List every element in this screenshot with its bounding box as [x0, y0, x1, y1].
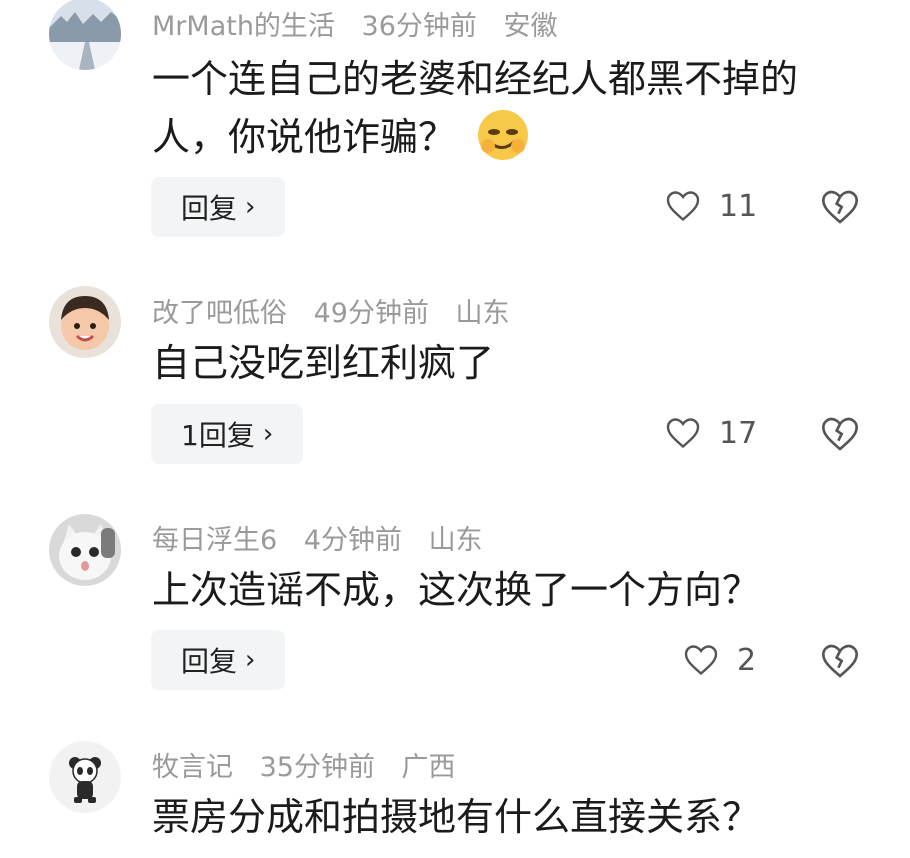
avatar[interactable]: [49, 741, 121, 813]
reply-label: 回复: [181, 192, 238, 225]
reply-button[interactable]: 回复 ›: [151, 177, 286, 237]
cat-avatar: [49, 514, 121, 586]
dislike-button[interactable]: [820, 414, 860, 454]
location: 山东: [428, 525, 483, 556]
heart-outline-icon: [666, 418, 700, 449]
smirk-emoji-icon: [478, 110, 529, 160]
like-count: 2: [737, 642, 757, 678]
reply-label: 1回复: [181, 419, 255, 452]
comment-body: 上次造谣不成，这次换了一个方向？: [152, 568, 761, 612]
broken-heart-icon: [821, 190, 859, 224]
chevron-right-icon: ›: [262, 419, 274, 449]
comment-body: 一个连自己的老婆和经纪人都黑不掉的人，你说他诈骗？: [152, 57, 799, 159]
broken-heart-icon: [821, 644, 859, 678]
reply-label: 回复: [181, 645, 238, 678]
like-count: 11: [719, 188, 758, 224]
panda-avatar: [49, 741, 121, 813]
like-button[interactable]: 11: [665, 188, 757, 224]
dislike-button[interactable]: [820, 187, 860, 227]
heart-outline-icon: [684, 645, 718, 676]
comment-body: 自己没吃到红利疯了: [152, 341, 495, 385]
comment-text: 一个连自己的老婆和经纪人都黑不掉的人，你说他诈骗？: [152, 50, 872, 166]
broken-heart-icon: [821, 417, 859, 451]
avatar[interactable]: [49, 514, 121, 586]
reply-button[interactable]: 1回复 ›: [151, 404, 304, 464]
timestamp: 35分钟前: [259, 752, 375, 783]
timestamp: 36分钟前: [361, 11, 477, 42]
comment-meta: 每日浮生6 4分钟前 山东: [152, 518, 501, 557]
comment-text: 票房分成和拍摄地有什么直接关系？: [152, 788, 872, 846]
comment-text: 上次造谣不成，这次换了一个方向？: [152, 561, 872, 619]
comment-text: 自己没吃到红利疯了: [152, 334, 872, 392]
username[interactable]: 改了吧低俗: [152, 298, 287, 329]
location: 安徽: [503, 11, 558, 42]
like-count: 17: [719, 415, 758, 451]
username[interactable]: 每日浮生6: [152, 525, 277, 556]
reply-button[interactable]: 回复 ›: [151, 630, 286, 690]
chevron-right-icon: ›: [245, 645, 256, 675]
comment-meta: MrMath的生活 36分钟前 安徽: [152, 4, 575, 43]
timestamp: 49分钟前: [313, 298, 429, 329]
dislike-button[interactable]: [820, 641, 860, 681]
avatar[interactable]: [49, 286, 121, 358]
chevron-right-icon: ›: [245, 192, 256, 222]
location: 广西: [401, 752, 456, 783]
username[interactable]: 牧言记: [152, 752, 233, 783]
location: 山东: [455, 298, 510, 329]
username[interactable]: MrMath的生活: [152, 11, 335, 42]
avatar[interactable]: [49, 0, 121, 70]
comment-meta: 牧言记 35分钟前 广西: [152, 745, 474, 784]
comment-body: 票房分成和拍摄地有什么直接关系？: [152, 795, 761, 839]
comment-meta: 改了吧低俗 49分钟前 山东: [152, 291, 528, 330]
child-avatar: [49, 286, 121, 358]
like-button[interactable]: 17: [665, 415, 757, 451]
like-button[interactable]: 2: [683, 642, 756, 678]
timestamp: 4分钟前: [303, 525, 402, 556]
heart-outline-icon: [666, 191, 700, 222]
snowy-road-avatar: [49, 0, 121, 70]
